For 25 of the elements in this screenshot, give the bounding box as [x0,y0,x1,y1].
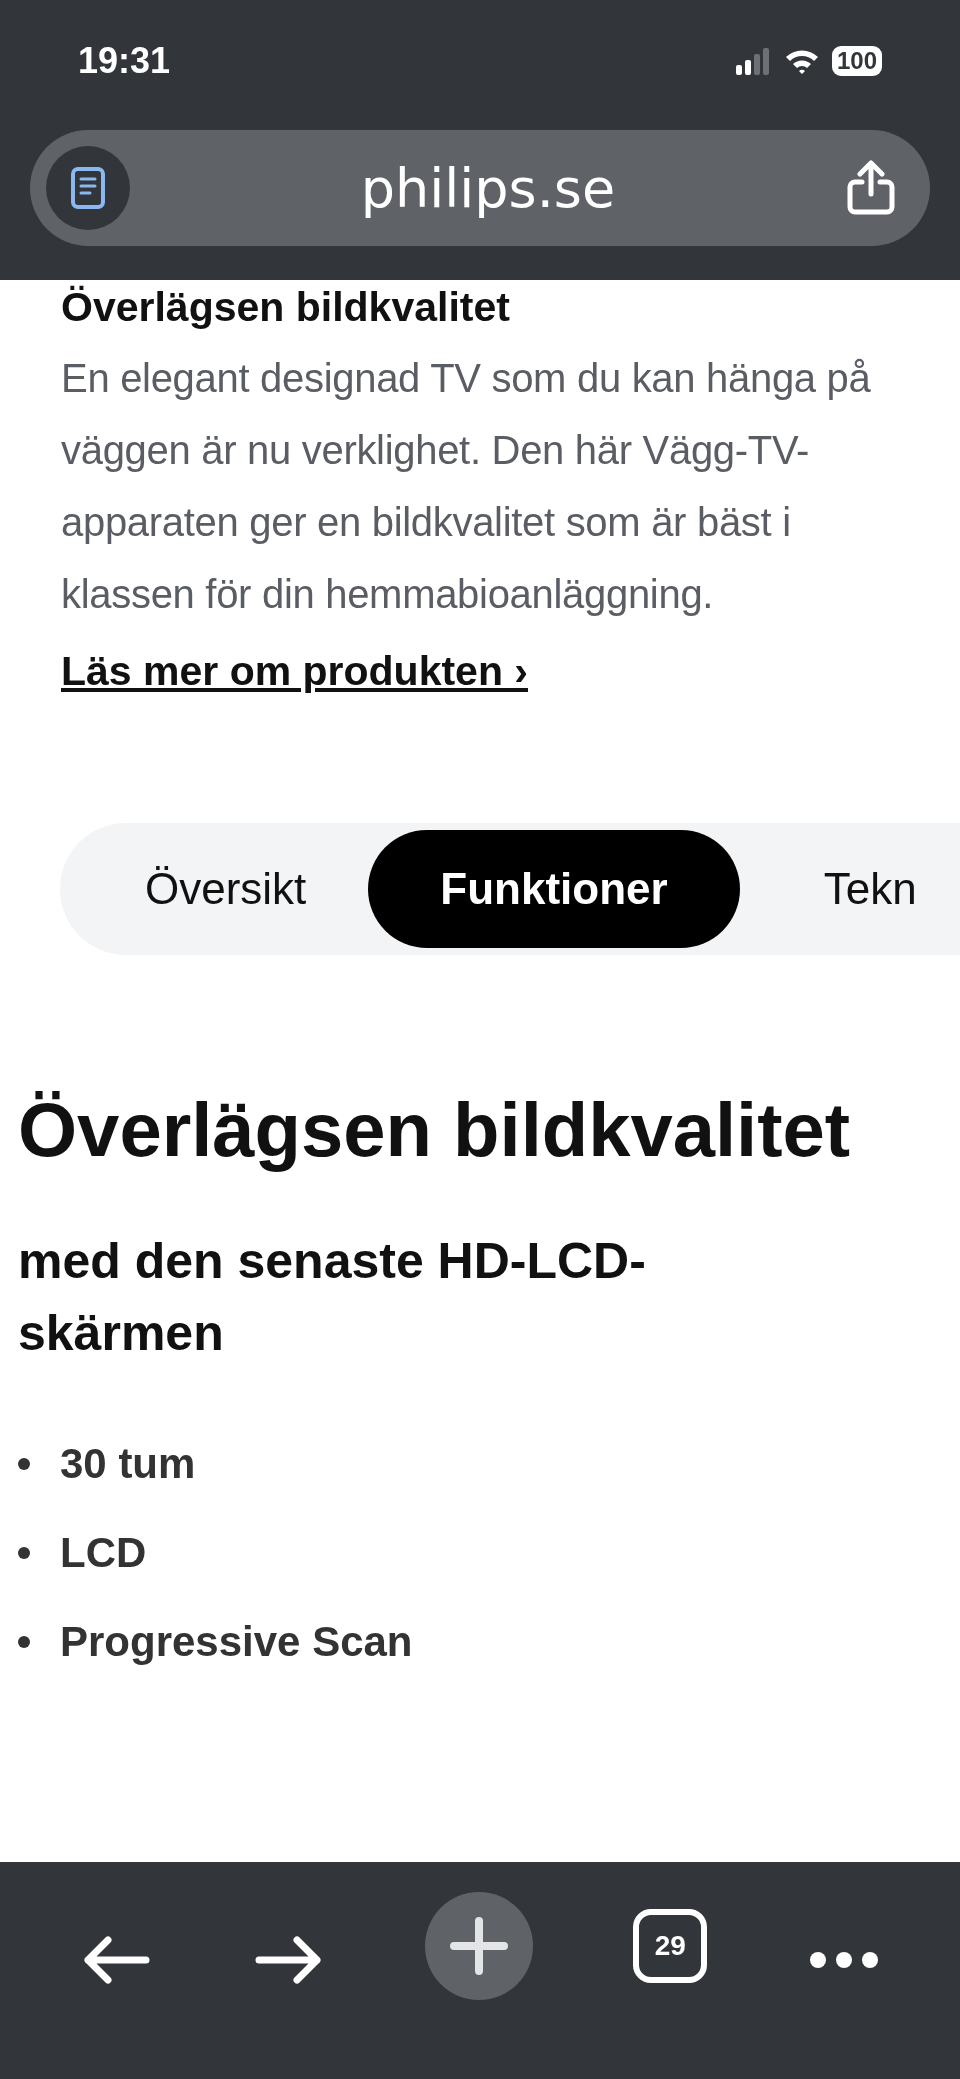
more-icon[interactable] [807,1950,880,1970]
tab[interactable]: Tekn [739,830,960,948]
tab-count-button[interactable]: 29 [633,1909,708,1983]
bullet-icon [18,1546,30,1559]
read-more-link[interactable]: Läs mer om produkten › [61,648,528,695]
feature-item: Progressive Scan [60,1617,413,1666]
battery-level: 100 [831,46,882,76]
description-paragraph: En elegant designad TV som du kan hänga på väggen är nu verklighet. Den här Vägg-TV-apparaten ger en bildkvalitet som är bäst i klassen för din hemmabioanläggning. [61,355,872,618]
section-heading: Överlägsen bildkvalitet [61,283,511,332]
address-bar[interactable]: philips.se [30,130,930,246]
feature-item: LCD [60,1528,147,1577]
bullet-icon [18,1457,30,1470]
share-icon[interactable] [846,160,896,216]
status-time: 19:31 [78,40,171,82]
plus-icon [449,1917,508,1975]
document-icon [71,167,105,209]
feature-item: 30 tum [60,1439,196,1488]
reader-button[interactable] [46,146,130,230]
feature-title: Överlägsen bildkvalitet [18,1086,852,1174]
signal-icon [735,47,772,75]
feature-subtitle: med den senaste HD-LCD-skärmen [18,1232,647,1363]
tab[interactable]: Funktioner [368,830,740,948]
tab[interactable]: Översikt [68,830,369,948]
bullet-icon [18,1635,30,1648]
url-text: philips.se [359,156,617,220]
